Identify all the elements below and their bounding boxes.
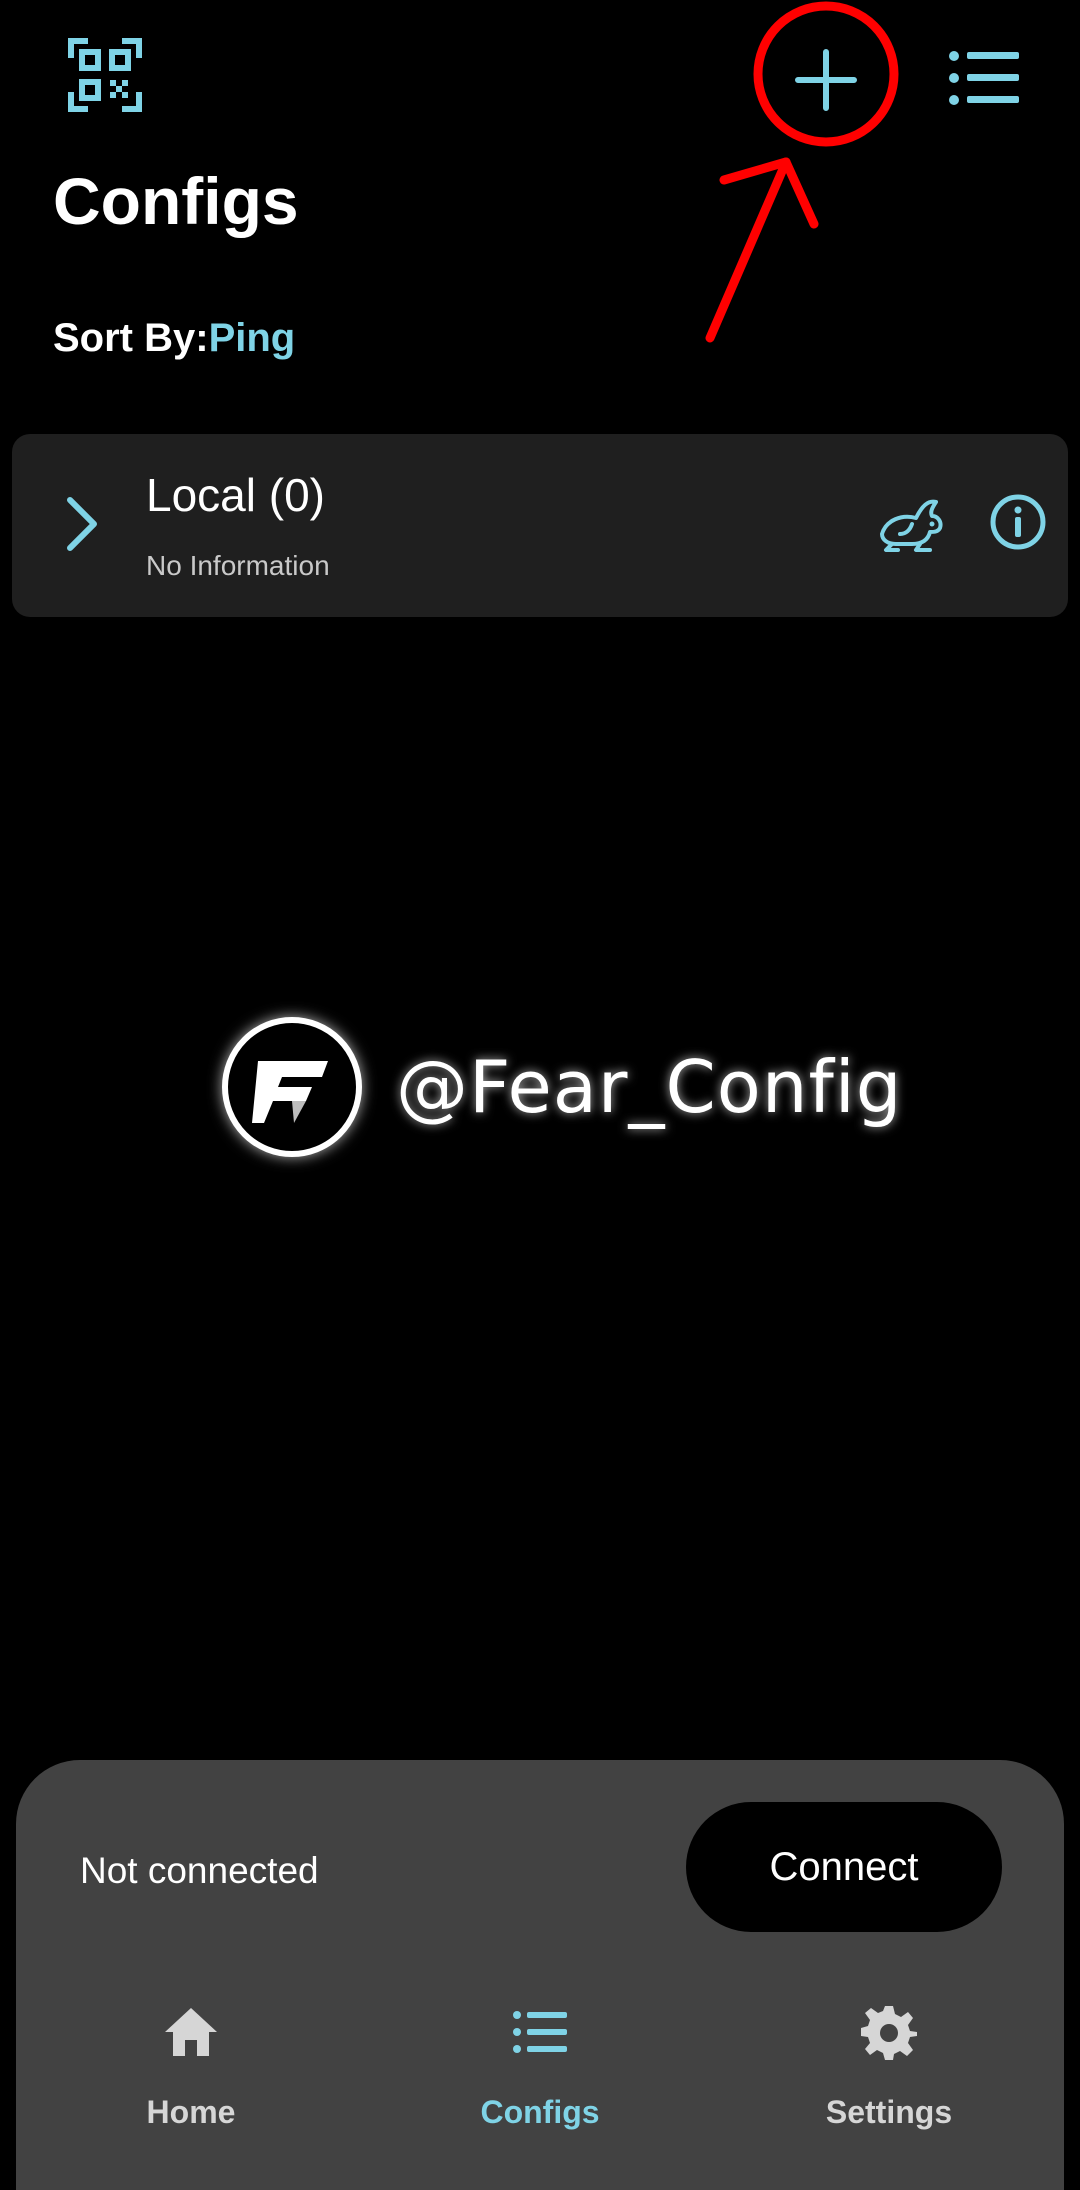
nav-configs-label: Configs	[480, 2094, 600, 2130]
rabbit-icon[interactable]	[876, 490, 946, 561]
list-icon	[949, 50, 1019, 106]
group-subtitle: No Information	[146, 550, 330, 581]
nav-settings[interactable]: Settings	[759, 2000, 1019, 2150]
connection-panel: Not connected Connect Home Configs Setti…	[16, 1760, 1064, 2190]
list-icon	[513, 2000, 567, 2064]
chevron-right-icon[interactable]	[62, 494, 102, 559]
qr-scan-button[interactable]	[66, 36, 144, 114]
nav-settings-label: Settings	[825, 2094, 953, 2130]
group-title: Local (0)	[146, 469, 325, 521]
sort-value[interactable]: Ping	[209, 318, 296, 358]
fear-logo-icon	[222, 1017, 362, 1157]
info-icon[interactable]	[988, 492, 1048, 557]
watermark-text: @Fear_Config	[396, 1045, 903, 1129]
gear-icon	[861, 2000, 917, 2064]
nav-home[interactable]: Home	[61, 2000, 321, 2150]
connection-status: Not connected	[80, 1850, 319, 1891]
nav-configs[interactable]: Configs	[410, 2000, 670, 2150]
home-icon	[163, 2000, 219, 2064]
add-config-button[interactable]	[784, 38, 868, 122]
sort-label: Sort By:	[53, 316, 209, 360]
plus-icon	[794, 48, 858, 112]
nav-home-label: Home	[146, 2094, 236, 2130]
page-title: Configs	[53, 164, 299, 238]
qr-scan-icon	[68, 38, 142, 112]
sort-selector[interactable]: Sort By: Ping	[53, 318, 295, 358]
connect-button[interactable]: Connect	[686, 1802, 1002, 1932]
config-group-card[interactable]: Local (0) No Information	[12, 434, 1068, 617]
watermark: @Fear_Config	[222, 1014, 903, 1160]
menu-button[interactable]	[946, 40, 1022, 116]
